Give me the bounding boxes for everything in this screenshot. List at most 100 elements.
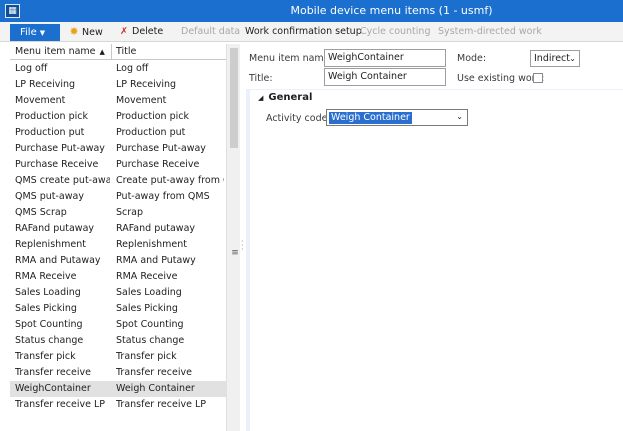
table-row[interactable]: RAFand putaway RAFand putaway [10, 221, 226, 237]
title-cell: RMA and Putawy [116, 255, 196, 266]
title-field[interactable]: Weigh Container [324, 68, 446, 86]
system-directed-work-button[interactable]: System-directed work [438, 25, 542, 39]
title-cell: Status change [116, 335, 185, 346]
table-row[interactable]: Replenishment Replenishment [10, 237, 226, 253]
new-label: New [82, 27, 103, 38]
title-cell: Scrap [116, 207, 144, 218]
table-row[interactable]: QMS Scrap Scrap [10, 205, 226, 221]
table-row[interactable]: Status change Status change [10, 333, 226, 349]
table-row[interactable]: Production put Production put [10, 125, 226, 141]
table-row[interactable]: QMS create put-away Create put-away from … [10, 173, 226, 189]
table-row[interactable]: Purchase Put-away Purchase Put-away [10, 141, 226, 157]
title-cell: Transfer receive LP [116, 399, 206, 410]
title-cell: Purchase Put-away [116, 143, 206, 154]
title-cell: Sales Picking [116, 303, 178, 314]
file-menu-button[interactable]: File ▼ [10, 24, 60, 41]
splitter-handle[interactable]: · · · [241, 238, 244, 254]
column-header-title[interactable]: Title [116, 46, 136, 57]
menu-item-name-cell: Purchase Put-away [15, 143, 105, 154]
menu-item-name-cell: RMA Receive [15, 271, 77, 282]
table-row[interactable]: Sales Loading Sales Loading [10, 285, 226, 301]
detail-pane: Menu item name: WeighContainer Title: We… [246, 44, 623, 431]
column-divider[interactable] [111, 44, 112, 60]
title-cell: Transfer receive [116, 367, 192, 378]
new-button[interactable]: ✸ New [68, 25, 103, 39]
vertical-scrollbar[interactable] [226, 44, 240, 431]
menu-item-name-cell: Sales Loading [15, 287, 81, 298]
mode-select[interactable]: Indirect ⌄ [530, 50, 580, 67]
menu-item-name-cell: Production put [15, 127, 85, 138]
table-row[interactable]: RMA Receive RMA Receive [10, 269, 226, 285]
menu-item-name-cell: QMS Scrap [15, 207, 67, 218]
activity-code-value: Weigh Container [329, 112, 412, 124]
table-row[interactable]: Transfer receive Transfer receive [10, 365, 226, 381]
menu-item-name-cell: LP Receiving [15, 79, 76, 90]
table-row[interactable]: Sales Picking Sales Picking [10, 301, 226, 317]
general-section-header[interactable]: ◢ General [258, 92, 312, 103]
table-row[interactable]: Log off Log off [10, 61, 226, 77]
table-row[interactable]: QMS put-away Put-away from QMS [10, 189, 226, 205]
splitter-grip-icon[interactable]: ≡ [230, 248, 240, 258]
list-header: Menu item name ▲ Title [10, 44, 226, 60]
menu-item-name-label: Menu item name: [249, 53, 333, 64]
window-title: Mobile device menu items (1 - usmf) [290, 4, 493, 17]
menu-item-name-cell: Sales Picking [15, 303, 77, 314]
title-cell: Sales Loading [116, 287, 182, 298]
title-cell: Movement [116, 95, 167, 106]
menu-item-name-cell: RMA and Putaway [15, 255, 101, 266]
use-existing-work-label: Use existing work: [457, 73, 545, 84]
table-row[interactable]: Transfer pick Transfer pick [10, 349, 226, 365]
menu-item-name-field[interactable]: WeighContainer [324, 49, 446, 67]
activity-code-select[interactable]: Weigh Container ⌄ [326, 109, 468, 126]
title-cell: RMA Receive [116, 271, 178, 282]
delete-label: Delete [132, 26, 164, 37]
list-rows: Log off Log off LP Receiving LP Receiving Mo… [10, 61, 226, 413]
title-cell: Replenishment [116, 239, 188, 250]
sort-ascending-icon: ▲ [99, 48, 105, 56]
default-data-button[interactable]: Default data [181, 25, 240, 39]
title-cell: LP Receiving [116, 79, 177, 90]
title-cell: RAFand putaway [116, 223, 196, 234]
mode-value: Indirect [534, 53, 570, 64]
column-header-menu-item-name[interactable]: Menu item name ▲ [15, 46, 105, 57]
table-row[interactable]: LP Receiving LP Receiving [10, 77, 226, 93]
menu-item-list: Menu item name ▲ Title Log off Log off LP R… [10, 44, 240, 431]
menu-item-name-cell: Status change [15, 335, 84, 346]
menu-item-name-cell: Log off [15, 63, 48, 74]
cycle-counting-button[interactable]: Cycle counting [360, 25, 430, 39]
title-cell: Weigh Container [116, 383, 195, 394]
menu-item-name-cell: QMS put-away [15, 191, 84, 202]
title-cell: Transfer pick [116, 351, 177, 362]
general-section-label: General [268, 92, 313, 103]
menu-item-name-cell: WeighContainer [15, 383, 91, 394]
title-cell: Create put-away from QMS [116, 175, 224, 186]
delete-button[interactable]: ✗ Delete [118, 25, 163, 39]
table-row[interactable]: Transfer receive LP Transfer receive LP [10, 397, 226, 413]
menu-item-name-cell: QMS create put-away [15, 175, 110, 186]
title-cell: Put-away from QMS [116, 191, 210, 202]
table-row[interactable]: WeighContainer Weigh Container [10, 381, 226, 397]
use-existing-work-checkbox[interactable] [533, 73, 543, 83]
table-row[interactable]: Purchase Receive Purchase Receive [10, 157, 226, 173]
table-row[interactable]: Spot Counting Spot Counting [10, 317, 226, 333]
chevron-down-icon: ⌄ [456, 112, 463, 121]
table-row[interactable]: RMA and Putaway RMA and Putawy [10, 253, 226, 269]
title-cell: Production put [116, 127, 186, 138]
file-label: File [20, 27, 37, 38]
table-row[interactable]: Production pick Production pick [10, 109, 226, 125]
title-cell: Production pick [116, 111, 189, 122]
menu-item-name-cell: Movement [15, 95, 66, 106]
general-fasttab: ◢ General Activity code: Weigh Container … [250, 90, 623, 431]
menu-item-name-cell: Transfer pick [15, 351, 76, 362]
menu-item-name-cell: Transfer receive LP [15, 399, 105, 410]
table-row[interactable]: Movement Movement [10, 93, 226, 109]
window-titlebar: ▦ Mobile device menu items (1 - usmf) [0, 0, 623, 22]
menu-item-name-cell: Transfer receive [15, 367, 91, 378]
collapse-triangle-icon: ◢ [258, 94, 264, 102]
menu-item-name-cell: RAFand putaway [15, 223, 95, 234]
scrollbar-thumb[interactable] [230, 48, 238, 148]
mode-label: Mode: [457, 53, 487, 64]
new-icon: ✸ [69, 25, 79, 38]
work-confirmation-setup-button[interactable]: Work confirmation setup [245, 25, 362, 39]
title-cell: Spot Counting [116, 319, 184, 330]
